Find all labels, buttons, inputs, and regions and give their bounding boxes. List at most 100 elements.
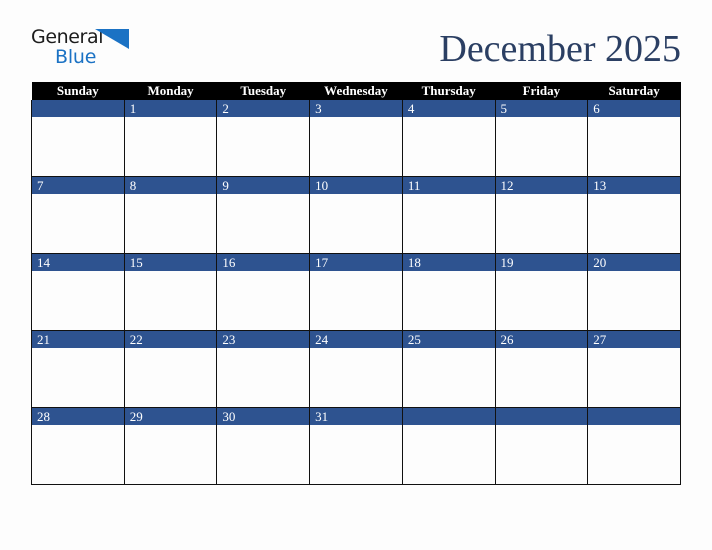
calendar-day-cell[interactable]: 12	[494, 176, 589, 254]
calendar-day-events[interactable]	[32, 425, 124, 484]
calendar-day-events[interactable]	[496, 348, 588, 407]
calendar-day-events[interactable]	[310, 117, 402, 176]
calendar-day-events[interactable]	[125, 117, 217, 176]
calendar-day-events[interactable]	[310, 194, 402, 253]
calendar-day-cell[interactable]: 21	[31, 330, 125, 408]
calendar-day-cell[interactable]: 13	[587, 176, 681, 254]
calendar-day-events[interactable]	[403, 194, 495, 253]
calendar-day-number: 16	[217, 254, 310, 271]
calendar-day-cell[interactable]: 10	[309, 176, 403, 254]
calendar-day-cell[interactable]: 31	[309, 407, 403, 485]
calendar-day-cell[interactable]: 30	[216, 407, 311, 485]
calendar-day-events[interactable]	[496, 117, 588, 176]
calendar-day-events[interactable]	[125, 348, 217, 407]
calendar-day-number: 4	[402, 100, 495, 117]
calendar-day-events[interactable]	[125, 271, 217, 330]
calendar-day-events[interactable]	[588, 425, 680, 484]
calendar-day-events[interactable]	[32, 271, 124, 330]
calendar-day-number: 5	[495, 100, 588, 117]
page-header: General Blue December 2025	[31, 20, 681, 78]
calendar-day-cell[interactable]: 18	[401, 253, 496, 331]
calendar-day-cell[interactable]: 9	[216, 176, 311, 254]
page-title: December 2025	[439, 28, 681, 70]
calendar-day-cell[interactable]: 2	[216, 100, 311, 177]
calendar-day-events[interactable]	[403, 117, 495, 176]
calendar-day-events[interactable]	[588, 271, 680, 330]
calendar-day-cell[interactable]: 3	[309, 100, 403, 177]
calendar-day-cell[interactable]: 6	[587, 100, 681, 177]
calendar-day-cell[interactable]: 14	[31, 253, 125, 331]
calendar-day-cell[interactable]	[31, 100, 125, 177]
calendar-day-events[interactable]	[496, 194, 588, 253]
weekday-header-monday: Monday	[124, 82, 217, 100]
calendar-day-cell[interactable]: 5	[494, 100, 589, 177]
calendar-day-events[interactable]	[125, 194, 217, 253]
weekday-header-friday: Friday	[495, 82, 588, 100]
calendar-day-events[interactable]	[217, 425, 309, 484]
calendar-day-events[interactable]	[310, 271, 402, 330]
calendar-day-events[interactable]	[217, 271, 309, 330]
calendar-day-events[interactable]	[588, 117, 680, 176]
calendar-day-cell[interactable]: 24	[309, 330, 403, 408]
calendar-week-row: 28 29 30 31	[31, 407, 681, 485]
calendar-day-number: 8	[124, 177, 217, 194]
calendar-day-cell[interactable]: 23	[216, 330, 311, 408]
calendar-day-cell[interactable]: 28	[31, 407, 125, 485]
calendar-day-number	[32, 100, 124, 117]
calendar-day-number: 10	[310, 177, 402, 194]
calendar-day-events[interactable]	[588, 348, 680, 407]
weekday-header-sunday: Sunday	[31, 82, 125, 100]
calendar-day-cell[interactable]: 26	[494, 330, 589, 408]
calendar-day-events[interactable]	[496, 271, 588, 330]
weekday-header-thursday: Thursday	[402, 82, 496, 100]
calendar-day-cell[interactable]: 16	[216, 253, 311, 331]
calendar-day-number: 7	[32, 177, 124, 194]
calendar-day-cell[interactable]: 11	[401, 176, 496, 254]
calendar-day-events[interactable]	[310, 425, 402, 484]
calendar-day-cell[interactable]: 19	[494, 253, 589, 331]
calendar-day-events[interactable]	[217, 348, 309, 407]
calendar-day-cell[interactable]: 20	[587, 253, 681, 331]
calendar-day-number: 21	[32, 331, 124, 348]
calendar-day-cell[interactable]: 29	[123, 407, 218, 485]
calendar-day-cell[interactable]: 17	[309, 253, 403, 331]
general-blue-logo[interactable]: General Blue	[31, 27, 131, 71]
calendar-day-events[interactable]	[403, 425, 495, 484]
calendar-day-events[interactable]	[217, 194, 309, 253]
calendar-day-events[interactable]	[32, 117, 124, 176]
calendar-day-number	[495, 408, 588, 425]
calendar-day-number: 20	[588, 254, 680, 271]
calendar-day-number: 25	[402, 331, 495, 348]
calendar-day-cell[interactable]: 8	[123, 176, 218, 254]
calendar-day-number: 22	[124, 331, 217, 348]
calendar-day-events[interactable]	[217, 117, 309, 176]
calendar-day-cell[interactable]	[494, 407, 589, 485]
calendar-day-cell[interactable]: 7	[31, 176, 125, 254]
calendar-day-events[interactable]	[125, 425, 217, 484]
weekday-header-wednesday: Wednesday	[309, 82, 403, 100]
calendar-day-cell[interactable]: 25	[401, 330, 496, 408]
calendar-week-row: 14 15 16 17 18 19 20	[31, 253, 681, 331]
calendar-day-cell[interactable]: 1	[123, 100, 218, 177]
calendar-day-number: 23	[217, 331, 310, 348]
calendar-day-cell[interactable]	[587, 407, 681, 485]
calendar-week-row: 21 22 23 24 25 26 27	[31, 330, 681, 408]
calendar-day-events[interactable]	[403, 271, 495, 330]
calendar-day-events[interactable]	[496, 425, 588, 484]
calendar-day-cell[interactable]: 4	[401, 100, 496, 177]
calendar-day-number	[402, 408, 495, 425]
calendar-day-events[interactable]	[310, 348, 402, 407]
calendar-day-events[interactable]	[403, 348, 495, 407]
calendar-day-cell[interactable]	[401, 407, 496, 485]
calendar-day-cell[interactable]: 27	[587, 330, 681, 408]
calendar-day-events[interactable]	[32, 348, 124, 407]
calendar-day-cell[interactable]: 15	[123, 253, 218, 331]
calendar-day-number: 17	[310, 254, 402, 271]
calendar-day-number: 2	[217, 100, 310, 117]
calendar-day-number: 14	[32, 254, 124, 271]
calendar-day-cell[interactable]: 22	[123, 330, 218, 408]
calendar-day-events[interactable]	[32, 194, 124, 253]
calendar-day-events[interactable]	[588, 194, 680, 253]
calendar-week-row: 1 2 3 4 5 6	[31, 100, 681, 177]
calendar-day-number: 19	[495, 254, 588, 271]
